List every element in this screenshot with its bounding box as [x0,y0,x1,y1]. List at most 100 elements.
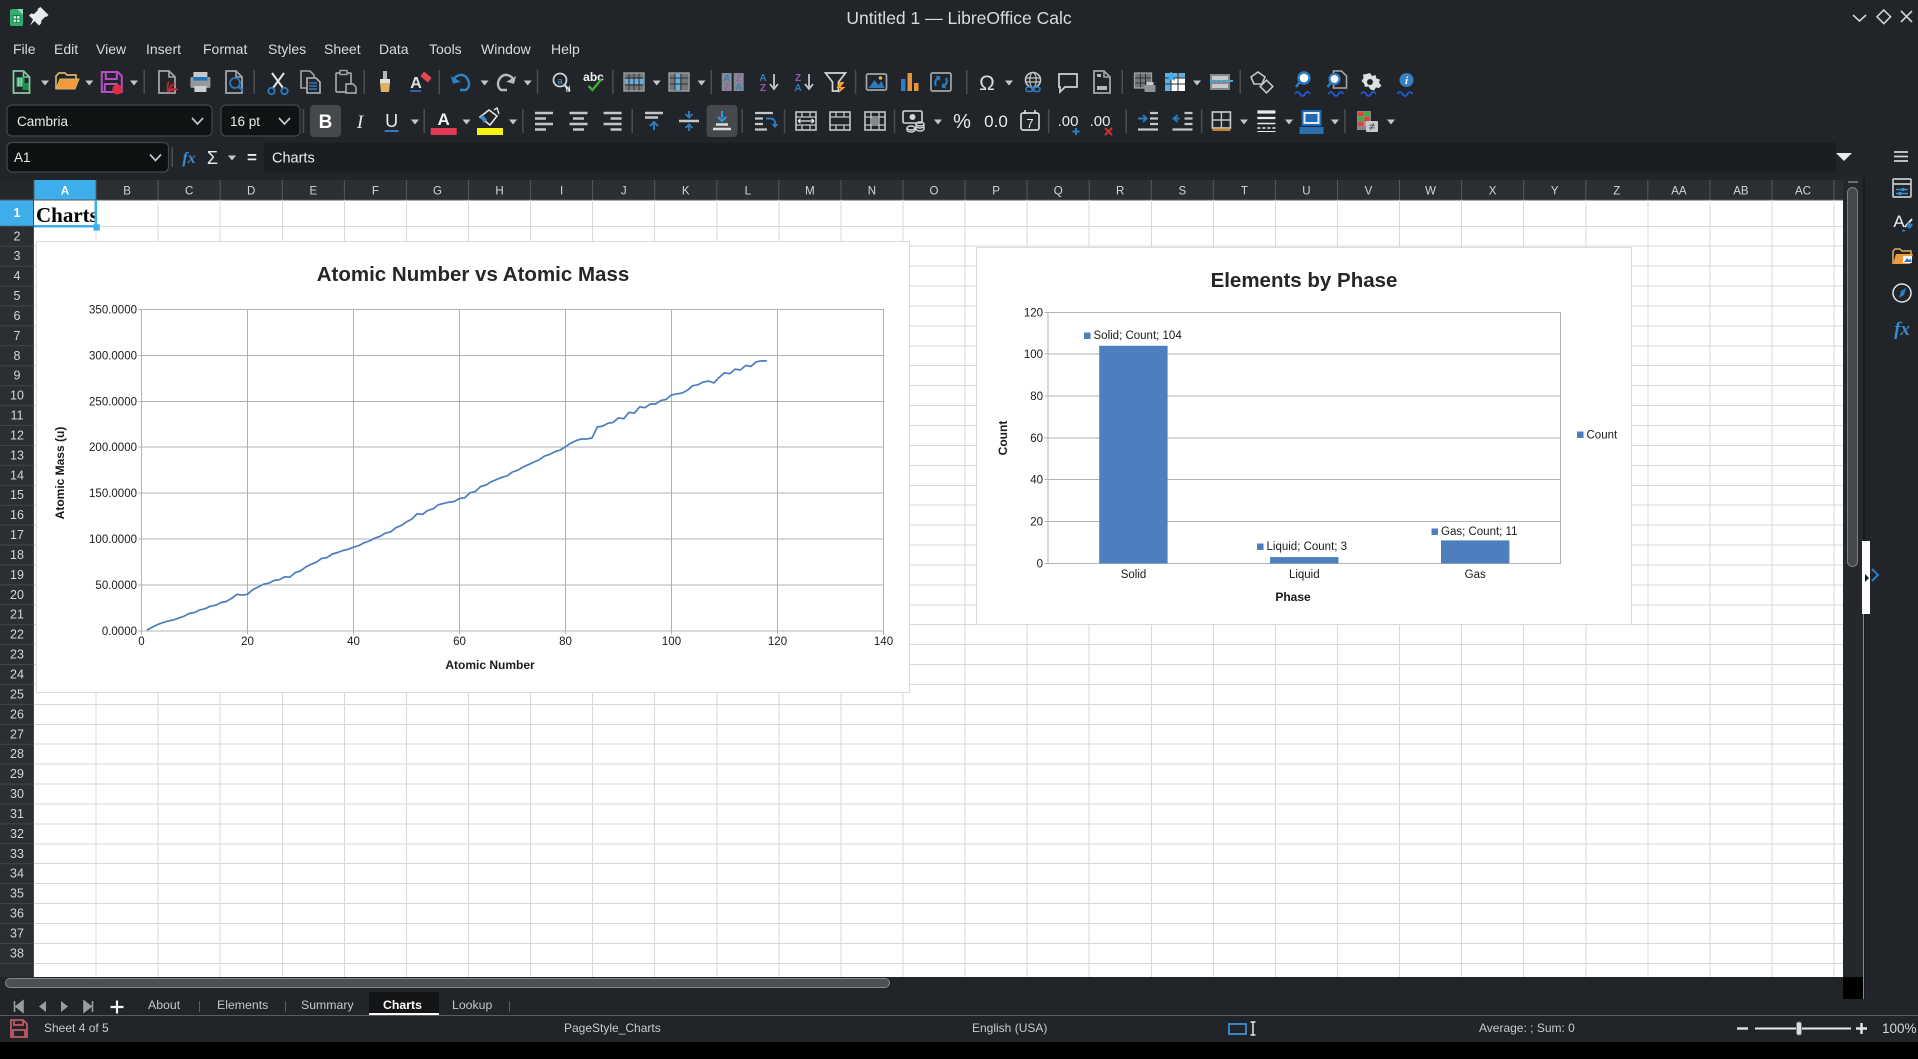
svg-text:31: 31 [10,807,24,821]
svg-text:Σ: Σ [207,148,218,168]
svg-text:4: 4 [14,269,21,283]
svg-text:60: 60 [453,636,466,648]
svg-text:20: 20 [241,636,254,648]
svg-text:B: B [319,112,333,133]
svg-text:a: a [557,76,562,86]
svg-text:21: 21 [10,608,24,622]
svg-text:Liquid; Count; 3: Liquid; Count; 3 [1267,541,1348,553]
svg-text:Charts: Charts [36,203,98,227]
svg-text:fx: fx [1894,319,1910,340]
svg-text:14: 14 [10,468,24,482]
svg-text:U: U [1302,186,1310,198]
svg-text:120: 120 [1024,307,1043,319]
svg-text:10: 10 [10,389,24,403]
svg-text:A: A [438,110,450,129]
svg-text:Liquid: Liquid [1289,569,1320,581]
svg-text:Y: Y [1551,186,1559,198]
svg-text:M: M [805,186,815,198]
svg-text:16: 16 [10,508,24,522]
svg-text:I: I [560,186,563,198]
svg-text:A: A [735,82,742,92]
svg-text:.00: .00 [1090,113,1111,130]
svg-text:Q: Q [1054,186,1063,198]
svg-text:22: 22 [10,628,24,642]
svg-text:L: L [745,186,752,198]
svg-text:A: A [794,83,801,94]
svg-text:11: 11 [11,409,24,423]
svg-text:.00: .00 [1058,113,1079,130]
svg-text:3: 3 [14,249,21,263]
svg-text:0: 0 [1037,558,1043,570]
svg-text:9: 9 [14,369,21,383]
svg-text:Z: Z [1613,186,1620,198]
svg-text:37: 37 [10,927,24,941]
svg-text:AC: AC [1795,186,1811,198]
svg-text:20: 20 [1030,517,1043,529]
svg-text:Solid; Count; 104: Solid; Count; 104 [1094,330,1183,342]
svg-text:AB: AB [1733,186,1749,198]
svg-text:0: 0 [138,636,144,648]
svg-text:28: 28 [10,747,24,761]
svg-text:Atomic Number: Atomic Number [445,658,535,672]
svg-text:13: 13 [10,448,24,462]
svg-text:H: H [495,186,503,198]
svg-text:Phase: Phase [1275,590,1311,604]
svg-text:Atomic Mass (u): Atomic Mass (u) [53,427,67,520]
svg-text:P: P [992,186,1000,198]
svg-text:26: 26 [10,707,24,721]
svg-text:200.0000: 200.0000 [89,442,137,454]
svg-text:12: 12 [10,429,24,443]
svg-text:T: T [1241,186,1248,198]
svg-text:0.0: 0.0 [984,112,1008,131]
svg-text:V: V [1365,186,1373,198]
svg-text:B: B [123,186,131,198]
svg-text:G: G [433,186,442,198]
svg-text:C: C [185,186,193,198]
svg-text:27: 27 [10,727,24,741]
svg-text:40: 40 [347,636,360,648]
svg-text:Z: Z [760,83,766,94]
svg-text:16 pt: 16 pt [230,114,260,129]
svg-text:Elements by Phase: Elements by Phase [1211,269,1398,292]
svg-text:R: R [1116,186,1124,198]
svg-text:X: X [1489,186,1497,198]
svg-text:100: 100 [1024,349,1043,361]
svg-text:AA: AA [1671,186,1687,198]
svg-text:19: 19 [10,568,24,582]
svg-text:29: 29 [10,767,24,781]
svg-text:W: W [1425,186,1436,198]
svg-text:A: A [61,186,69,198]
svg-text:150.0000: 150.0000 [89,488,137,500]
svg-text:23: 23 [10,648,24,662]
svg-text:350.0000: 350.0000 [89,304,137,316]
svg-text:35: 35 [10,887,24,901]
svg-text:0.0000: 0.0000 [102,626,137,638]
svg-text:33: 33 [10,847,24,861]
svg-text:K: K [682,186,690,198]
svg-text:%: % [953,111,971,133]
svg-text:60: 60 [1030,433,1043,445]
svg-text:17: 17 [10,528,24,542]
svg-text:15: 15 [10,488,24,502]
svg-text:1: 1 [14,206,21,220]
svg-text:7: 7 [1026,116,1033,131]
svg-text:80: 80 [1030,391,1043,403]
svg-text:7: 7 [14,329,21,343]
svg-text:Z: Z [724,82,730,92]
svg-text:25: 25 [10,687,24,701]
svg-text:S: S [1178,186,1186,198]
svg-text:38: 38 [10,946,24,960]
svg-text:50.0000: 50.0000 [95,580,137,592]
svg-text:20: 20 [10,588,24,602]
svg-text:J: J [621,186,627,198]
svg-text:34: 34 [10,867,24,881]
svg-text:Cambria: Cambria [17,114,69,129]
svg-text:40: 40 [1030,475,1043,487]
svg-text:100.0000: 100.0000 [89,534,137,546]
svg-text:D: D [247,186,255,198]
svg-text:32: 32 [10,827,24,841]
svg-text:36: 36 [10,907,24,921]
svg-text:2: 2 [14,229,21,243]
svg-text:30: 30 [10,787,24,801]
svg-text:Gas: Gas [1465,569,1486,581]
